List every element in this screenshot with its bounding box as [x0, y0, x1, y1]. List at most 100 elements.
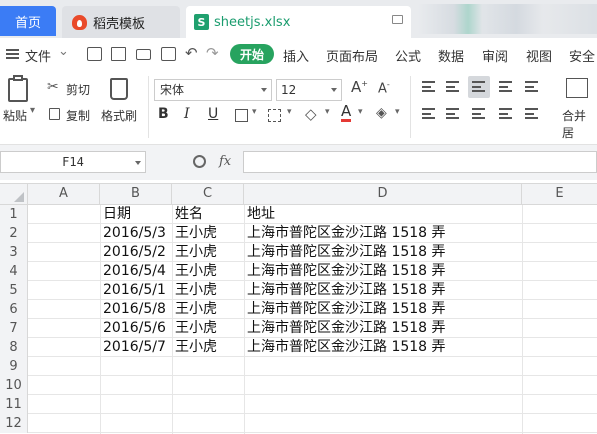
fill-color-icon[interactable]: ◇: [305, 105, 317, 123]
cell[interactable]: 2016/5/7: [100, 338, 166, 357]
underline-button[interactable]: U: [208, 106, 218, 122]
decrease-indent-icon[interactable]: [499, 81, 512, 92]
paste-button[interactable]: 粘贴: [3, 107, 27, 124]
row-header[interactable]: 6: [0, 300, 28, 319]
menu-review[interactable]: 审阅: [482, 46, 508, 65]
border-style-dropdown-icon[interactable]: ▾: [287, 107, 292, 117]
row-header[interactable]: 11: [0, 395, 28, 414]
align-right-icon[interactable]: [472, 108, 485, 119]
cell[interactable]: 姓名: [172, 205, 203, 224]
cell[interactable]: 上海市普陀区金沙江路 1518 弄: [244, 300, 446, 319]
column-header-b[interactable]: B: [100, 184, 172, 205]
cell[interactable]: 上海市普陀区金沙江路 1518 弄: [244, 338, 446, 357]
row-header[interactable]: 12: [0, 414, 28, 433]
merge-center-button[interactable]: 合并居: [562, 107, 597, 141]
border-icon[interactable]: [235, 109, 248, 122]
zoom-icon[interactable]: [193, 155, 206, 168]
menu-insert[interactable]: 插入: [283, 46, 309, 65]
merge-cells-icon[interactable]: [566, 78, 588, 98]
column-header-d[interactable]: D: [244, 184, 522, 205]
decrease-font-icon[interactable]: A-: [378, 80, 390, 96]
tab-file[interactable]: S sheetjs.xlsx: [186, 6, 411, 38]
row-header[interactable]: 5: [0, 281, 28, 300]
row-header[interactable]: 8: [0, 338, 28, 357]
chevron-down-icon[interactable]: ⌄: [58, 44, 69, 59]
row-header[interactable]: 7: [0, 319, 28, 338]
cell[interactable]: 2016/5/2: [100, 243, 166, 262]
tab-template[interactable]: 稻壳模板: [62, 6, 180, 38]
cell[interactable]: 王小虎: [172, 338, 217, 357]
cell[interactable]: 上海市普陀区金沙江路 1518 弄: [244, 262, 446, 281]
menu-formula[interactable]: 公式: [395, 46, 421, 65]
row-header[interactable]: 3: [0, 243, 28, 262]
bold-button[interactable]: B: [158, 106, 169, 122]
undo-icon[interactable]: ↶: [185, 44, 198, 62]
row-header[interactable]: 1: [0, 205, 28, 224]
cell[interactable]: 2016/5/1: [100, 281, 166, 300]
align-center-icon[interactable]: [446, 108, 459, 119]
font-color-icon[interactable]: A: [341, 104, 352, 122]
menu-start[interactable]: 开始: [230, 44, 274, 64]
screen-icon[interactable]: [392, 15, 403, 24]
scissors-icon[interactable]: ✂: [47, 79, 59, 95]
menu-page-layout[interactable]: 页面布局: [326, 46, 378, 65]
save-icon[interactable]: [87, 47, 102, 61]
cell[interactable]: 王小虎: [172, 224, 217, 243]
border-dropdown-icon[interactable]: ▾: [252, 107, 257, 117]
fill-color-dropdown-icon[interactable]: ▾: [325, 107, 330, 117]
redo-icon[interactable]: ↷: [206, 44, 219, 62]
print-icon[interactable]: [136, 49, 151, 60]
font-name-select[interactable]: 宋体: [154, 79, 272, 101]
column-header-e[interactable]: E: [522, 184, 597, 205]
name-box[interactable]: F14: [0, 151, 146, 173]
column-header-c[interactable]: C: [172, 184, 244, 205]
copy-button[interactable]: 复制: [66, 107, 90, 124]
align-top-icon[interactable]: [422, 81, 435, 92]
paste-icon[interactable]: [8, 78, 28, 102]
clear-dropdown-icon[interactable]: ▾: [395, 107, 400, 117]
font-size-select[interactable]: 12: [276, 79, 342, 101]
cell[interactable]: 王小虎: [172, 243, 217, 262]
tab-home[interactable]: 首页: [0, 6, 56, 36]
cut-button[interactable]: 剪切: [66, 81, 90, 98]
increase-font-icon[interactable]: A+: [351, 78, 368, 96]
cell-border-style-icon[interactable]: [268, 109, 281, 122]
cell[interactable]: 上海市普陀区金沙江路 1518 弄: [244, 319, 446, 338]
increase-indent-icon[interactable]: [525, 81, 538, 92]
fx-icon[interactable]: fx: [219, 154, 231, 169]
cell[interactable]: 2016/5/8: [100, 300, 166, 319]
formula-input[interactable]: [243, 151, 597, 173]
column-header-a[interactable]: A: [28, 184, 100, 205]
print-preview-icon[interactable]: [161, 47, 176, 61]
copy-icon[interactable]: [49, 108, 60, 120]
cell[interactable]: 上海市普陀区金沙江路 1518 弄: [244, 243, 446, 262]
eraser-icon[interactable]: ◈: [376, 105, 387, 121]
cell[interactable]: 地址: [244, 205, 275, 224]
menu-file[interactable]: 文件: [25, 46, 51, 65]
cell[interactable]: 王小虎: [172, 300, 217, 319]
pdf-export-icon[interactable]: [111, 47, 126, 61]
cell[interactable]: 2016/5/6: [100, 319, 166, 338]
select-all-corner[interactable]: [0, 184, 28, 205]
menu-data[interactable]: 数据: [438, 46, 464, 65]
format-painter-icon[interactable]: [110, 78, 128, 100]
italic-button[interactable]: I: [184, 106, 190, 122]
spreadsheet-grid[interactable]: A B C D E 1 日期 姓名 地址 2 2016/5/3 王小虎 上海市普陀区金沙江路 …: [0, 183, 597, 434]
cell[interactable]: 王小虎: [172, 319, 217, 338]
row-header[interactable]: 10: [0, 376, 28, 395]
align-bottom-icon[interactable]: [472, 81, 485, 92]
font-color-dropdown-icon[interactable]: ▾: [358, 107, 363, 117]
cell[interactable]: 上海市普陀区金沙江路 1518 弄: [244, 281, 446, 300]
cell[interactable]: 王小虎: [172, 262, 217, 281]
cell[interactable]: 日期: [100, 205, 131, 224]
menu-view[interactable]: 视图: [526, 46, 552, 65]
distributed-icon[interactable]: [525, 108, 538, 119]
justify-icon[interactable]: [499, 108, 512, 119]
align-left-icon[interactable]: [422, 108, 435, 119]
menu-icon[interactable]: [6, 49, 19, 59]
menu-security[interactable]: 安全: [569, 46, 595, 65]
align-middle-icon[interactable]: [446, 81, 459, 92]
cell[interactable]: 2016/5/4: [100, 262, 166, 281]
format-painter-button[interactable]: 格式刷: [101, 107, 137, 124]
cell[interactable]: 2016/5/3: [100, 224, 166, 243]
